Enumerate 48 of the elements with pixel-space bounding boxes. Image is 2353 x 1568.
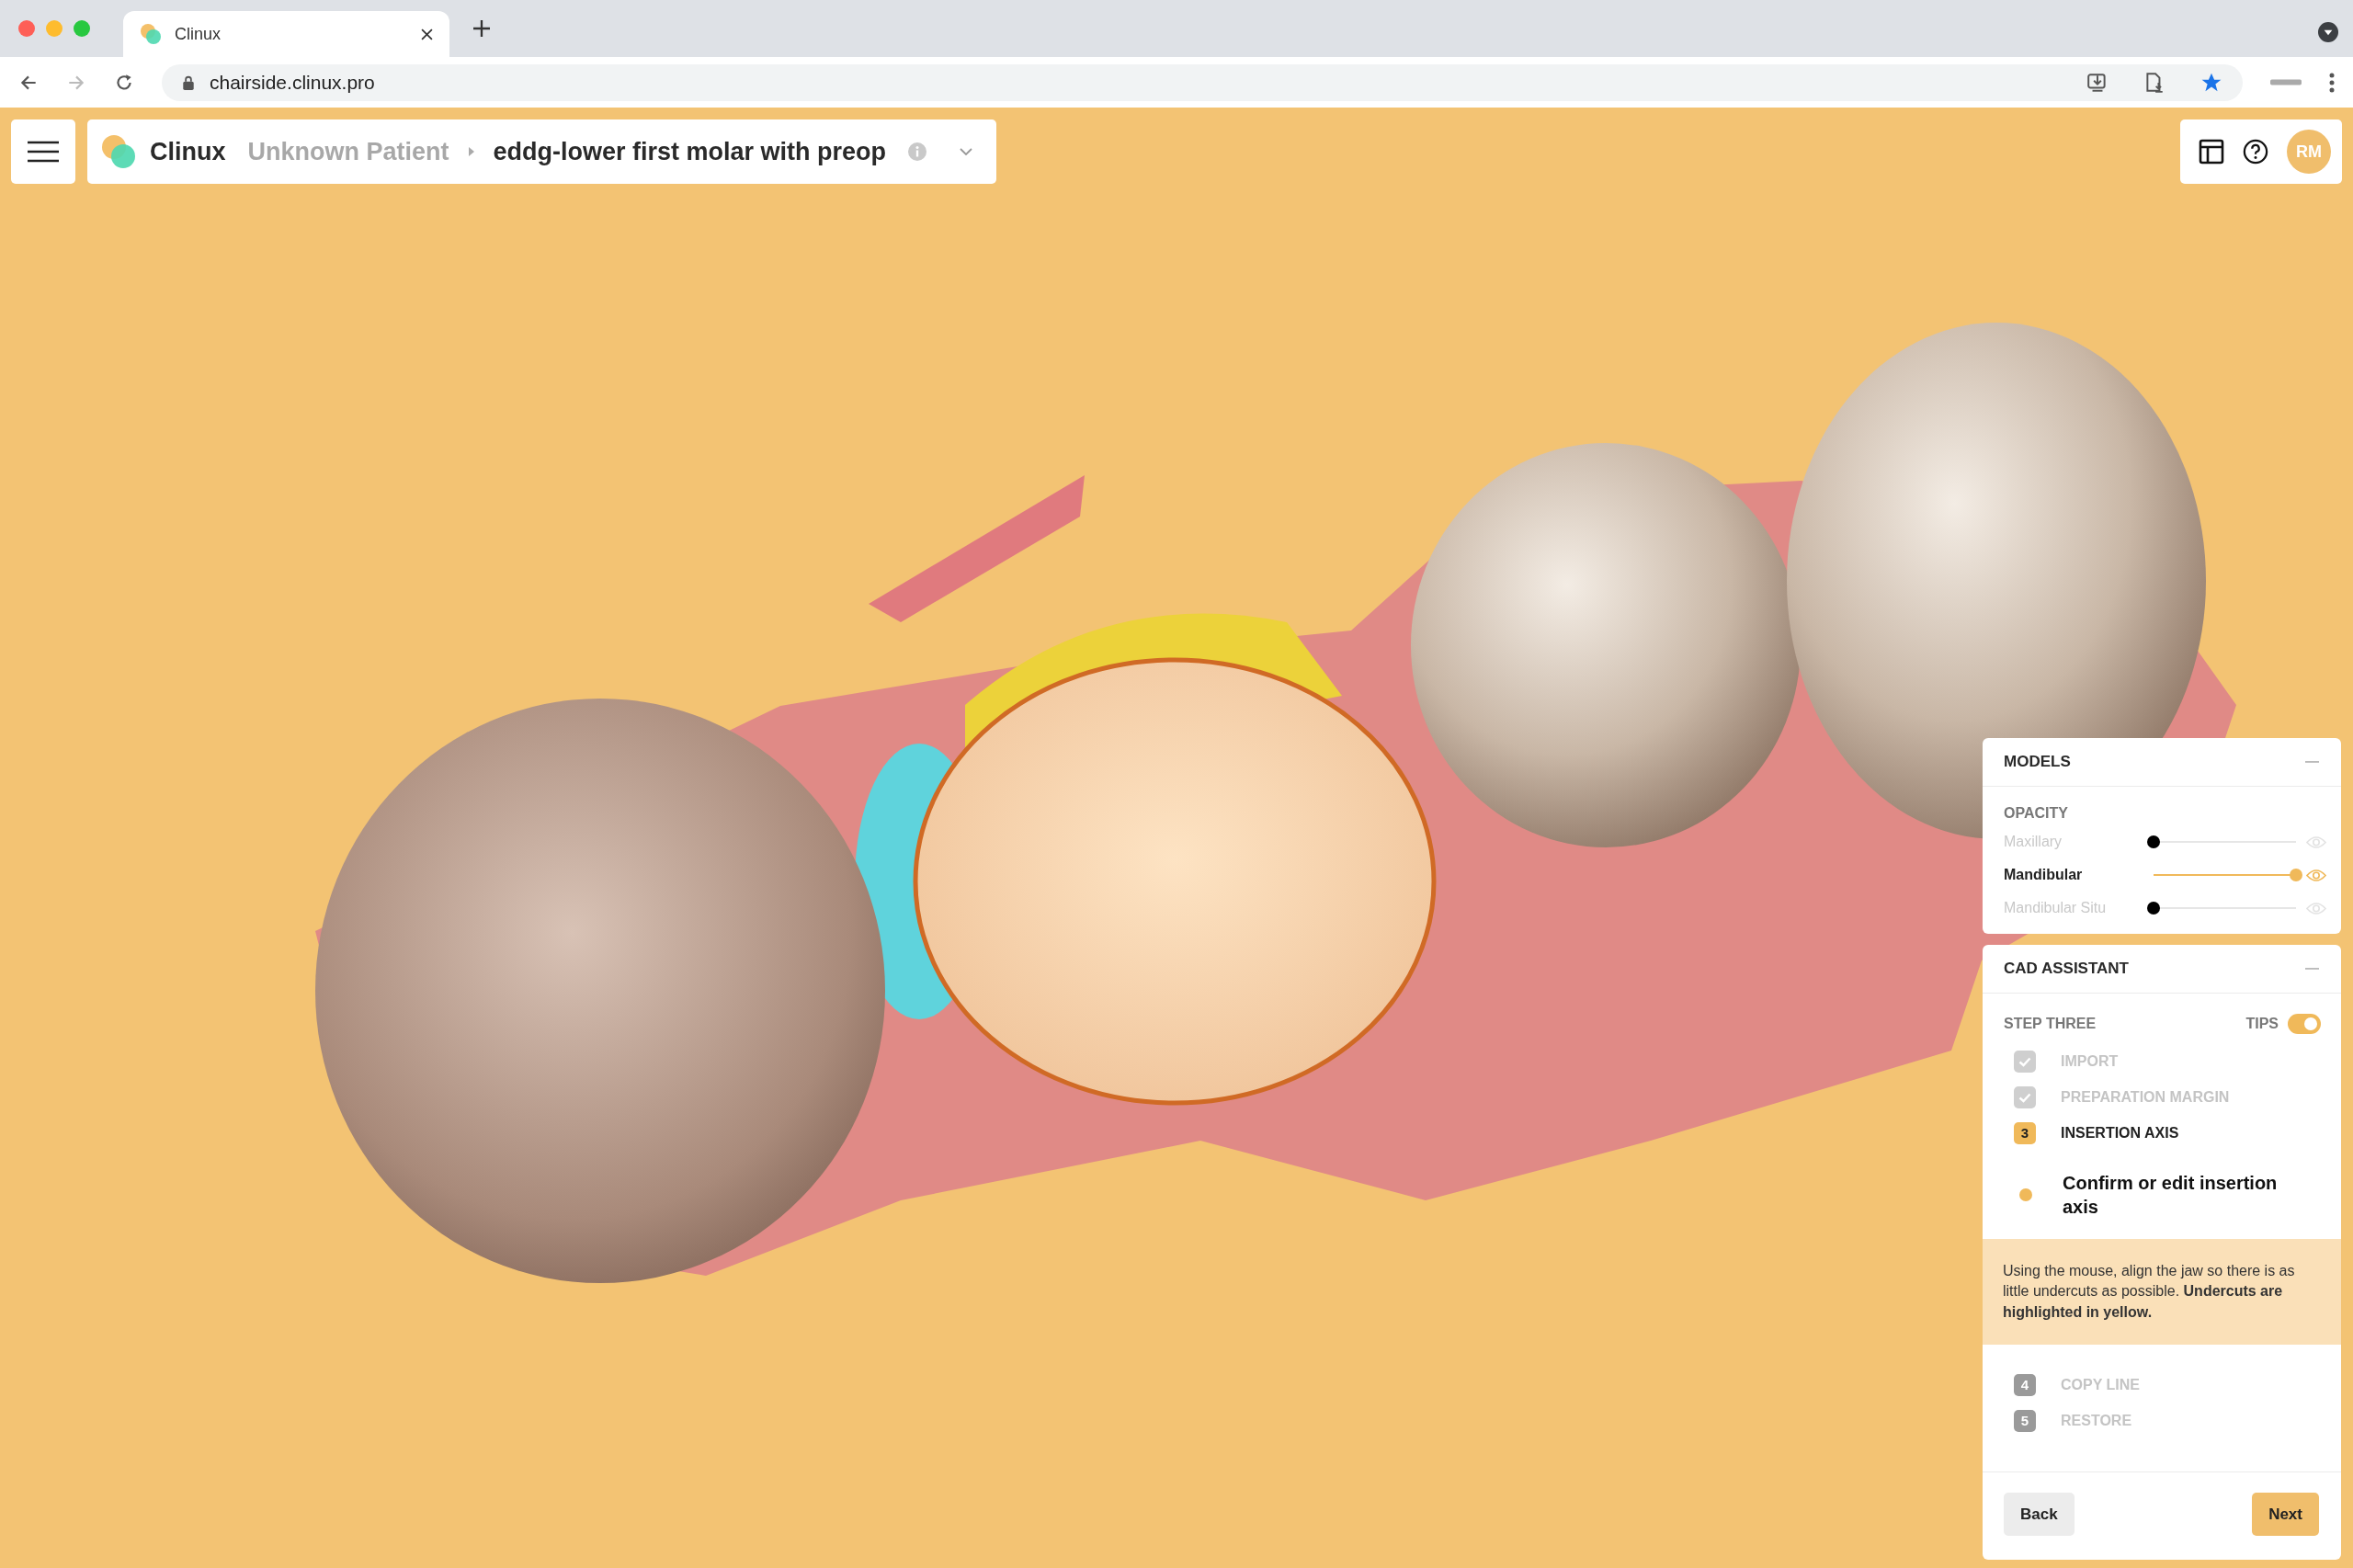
brand-name[interactable]: Clinux [150,137,226,166]
checkmark-icon [2014,1085,2036,1108]
step-label: IMPORT [2061,1052,2119,1070]
new-tab-icon[interactable] [473,20,490,37]
task-dot-icon [2019,1188,2032,1201]
app-logo-icon [100,133,137,170]
close-icon[interactable] [421,28,433,40]
step-label: COPY LINE [2061,1376,2140,1393]
tips-label: TIPS [2245,1016,2279,1032]
step-number: 3 [2014,1121,2036,1144]
app-logo-icon [140,23,162,45]
reload-icon[interactable] [114,72,134,93]
browser-tab[interactable]: Clinux [123,11,449,57]
step-label: INSERTION AXIS [2061,1124,2179,1142]
install-icon[interactable] [2086,71,2109,94]
step-title: STEP THREE [2004,1016,2097,1032]
layer-name: Mandibular [2004,867,2084,883]
section-label: OPACITY [2004,805,2069,822]
help-icon[interactable] [2243,139,2268,165]
case-title: eddg-lower first molar with preop [493,137,887,166]
menu-button[interactable] [11,119,75,184]
panel-title: CAD ASSISTANT [2004,960,2130,978]
task-title: Confirm or edit insertion axis [2063,1172,2279,1219]
url-text: chairside.clinux.pro [210,71,375,94]
layout-icon[interactable] [2199,139,2224,165]
chevron-down-icon[interactable] [960,148,973,155]
next-button[interactable]: Next [2252,1493,2319,1537]
more-icon[interactable] [2329,72,2335,93]
tips-toggle[interactable] [2288,1014,2321,1034]
back-button[interactable]: Back [2004,1493,2075,1537]
slider-thumb[interactable] [2147,835,2160,848]
close-window-button[interactable] [18,20,35,37]
slider-thumb[interactable] [2290,869,2302,881]
breadcrumb-separator-icon [467,146,475,157]
slider-thumb[interactable] [2147,902,2160,915]
tab-search-icon[interactable] [2318,22,2338,42]
panel-title: MODELS [2004,753,2072,771]
address-bar[interactable]: chairside.clinux.pro [162,63,2243,101]
checkmark-icon [2014,1050,2036,1073]
tip-text: Using the mouse, align the jaw so there is as little undercuts as possible. Undercuts are highlighted in yellow. [1983,1239,2341,1346]
step-label: PREPARATION MARGIN [2061,1088,2230,1106]
step-number: 5 [2014,1409,2036,1432]
step-label: RESTORE [2061,1412,2132,1429]
tab-title: Clinux [175,24,222,44]
menu-icon [28,141,59,163]
lock-icon [182,74,195,90]
document-download-icon[interactable] [2143,71,2165,94]
step-number: 4 [2014,1373,2036,1396]
